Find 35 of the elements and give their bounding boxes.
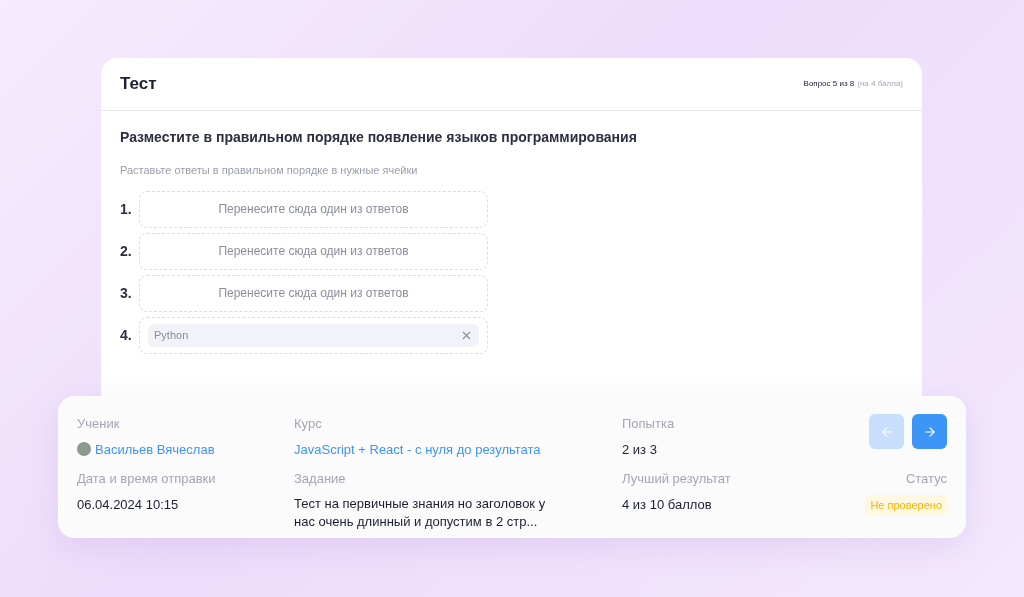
field-label: Ученик <box>77 415 121 433</box>
status-badge: Не проверено <box>865 494 947 515</box>
question-hint: Раставьте ответы в правильном порядке в нужные ячейки <box>120 163 419 178</box>
arrow-left-icon <box>879 424 894 439</box>
slot-number: 4. <box>120 325 133 345</box>
slot-number: 1. <box>120 199 133 219</box>
slot-placeholder: Перенесите сюда один из ответов <box>218 285 409 302</box>
sent-value: 06.04.2024 10:15 <box>77 495 180 514</box>
answer-slot[interactable]: Перенесите сюда один из ответов <box>139 274 488 312</box>
slot-number: 2. <box>120 241 133 261</box>
question-text: Разместите в правильном порядке появление языков программирования <box>120 128 638 147</box>
arrow-right-icon <box>922 424 937 439</box>
task-value: Тест на первичные знания но заголовок у нас очень длинный и допустим в 2 стр... <box>294 494 547 531</box>
field-label: Дата и время отправки <box>77 470 217 488</box>
best-result-value: 4 из 10 баллов <box>622 495 713 514</box>
field-label: Лучший результат <box>622 470 732 488</box>
field-label: Статус <box>905 470 947 488</box>
test-title: Тест <box>120 73 157 96</box>
field-label: Задание <box>294 470 347 488</box>
course-link[interactable]: JavaScript + React - с нуля до результата <box>294 439 622 459</box>
answer-slot[interactable]: Python <box>139 316 488 354</box>
answer-slot[interactable]: Перенесите сюда один из ответов <box>139 190 488 228</box>
attempt-value: 2 из 3 <box>622 440 658 459</box>
slot-placeholder: Перенесите сюда один из ответов <box>218 243 409 260</box>
field-label: Курс <box>294 415 323 433</box>
answer-chip[interactable]: Python <box>148 323 479 347</box>
field-label: Попытка <box>622 415 676 433</box>
answer-slot[interactable]: Перенесите сюда один из ответов <box>139 232 488 270</box>
question-points: (на 4 балла) <box>857 78 903 90</box>
slot-number: 3. <box>120 283 133 303</box>
slot-placeholder: Перенесите сюда один из ответов <box>218 201 409 218</box>
avatar-icon <box>77 442 91 457</box>
next-button[interactable] <box>912 414 947 449</box>
student-link[interactable]: Васильев Вячеслав <box>95 439 215 459</box>
question-number: Вопрос 5 из 8 <box>803 78 855 90</box>
